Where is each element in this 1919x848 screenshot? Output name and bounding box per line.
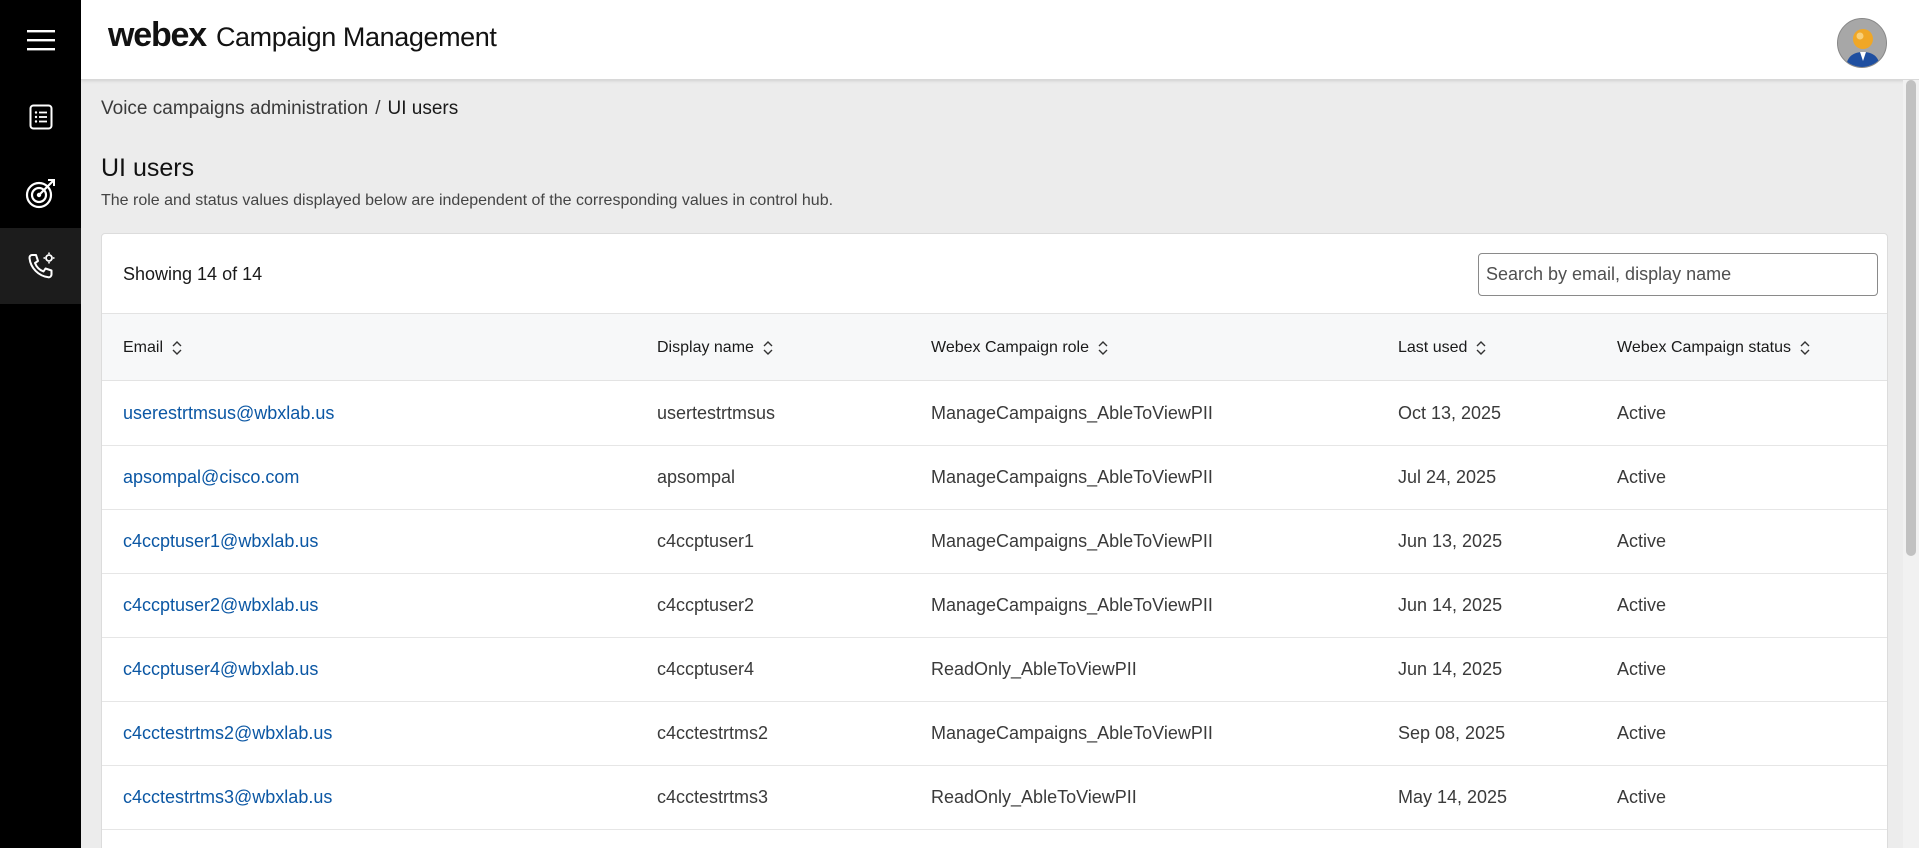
email-link[interactable]: c4ccptuser2@wbxlab.us (123, 574, 318, 637)
last-used-cell: May 14, 2025 (1398, 787, 1508, 807)
status-cell: Active (1617, 723, 1667, 743)
nav-voice-admin-button[interactable] (0, 228, 81, 304)
page-subtitle: The role and status values displayed bel… (101, 192, 834, 209)
sort-icon (1476, 341, 1486, 355)
role-cell: ManageCampaigns_AbleToViewPII (931, 595, 1213, 615)
role-cell: ManageCampaigns_AbleToViewPII (931, 467, 1213, 487)
column-label: Webex Campaign status (1617, 339, 1792, 356)
avatar-icon (1838, 19, 1886, 67)
table-row[interactable]: apsompal@cisco.com apsompal ManageCampai… (102, 446, 1887, 510)
table-row[interactable]: c4ccptuser1@wbxlab.us c4ccptuser1 Manage… (102, 510, 1887, 574)
target-icon (25, 179, 55, 209)
breadcrumb-current: UI users (387, 98, 459, 119)
table-row[interactable]: c4cctestrtms2@wbxlab.us c4cctestrtms2 Ma… (102, 702, 1887, 766)
last-used-cell: Jun 13, 2025 (1398, 531, 1503, 551)
column-label: Webex Campaign role (931, 339, 1090, 356)
page-title: UI users (101, 154, 195, 182)
email-link[interactable]: apsompal@cisco.com (123, 446, 299, 509)
display-name-cell: apsompal (657, 467, 736, 487)
email-link[interactable]: c4cctestrtms2@wbxlab.us (123, 702, 332, 765)
email-link[interactable]: c4ccptuser1@wbxlab.us (123, 510, 318, 573)
column-header-status[interactable]: Webex Campaign status (1617, 314, 1811, 382)
email-link[interactable]: c4cctestrtms3@wbxlab.us (123, 766, 332, 829)
display-name-cell: usertestrtmsus (657, 403, 776, 423)
sort-icon (172, 341, 182, 355)
left-nav-rail (0, 0, 81, 848)
email-link[interactable]: c4ccptuser4@wbxlab.us (123, 638, 318, 701)
role-cell: ReadOnly_AbleToViewPII (931, 787, 1137, 807)
last-used-cell: Sep 08, 2025 (1398, 723, 1506, 743)
scrollbar-thumb[interactable] (1906, 80, 1916, 556)
email-link[interactable]: userestrtmsus@wbxlab.us (123, 382, 334, 445)
breadcrumb-separator: / (375, 98, 381, 119)
list-document-icon (29, 104, 52, 130)
table-row[interactable]: c4ccptuser2@wbxlab.us c4ccptuser2 Manage… (102, 574, 1887, 638)
display-name-cell: c4ccptuser2 (657, 595, 755, 615)
role-cell: ManageCampaigns_AbleToViewPII (931, 403, 1213, 423)
status-cell: Active (1617, 595, 1667, 615)
users-table-panel: Showing 14 of 14 Email Display name Webe… (101, 233, 1888, 848)
breadcrumb: Voice campaigns administration / UI users (101, 98, 458, 120)
role-cell: ManageCampaigns_AbleToViewPII (931, 723, 1213, 743)
table-row[interactable]: c4ccptuser4@wbxlab.us c4ccptuser4 ReadOn… (102, 638, 1887, 702)
sort-icon (1098, 341, 1108, 355)
breadcrumb-parent-link[interactable]: Voice campaigns administration (101, 98, 368, 119)
sort-icon (1800, 341, 1810, 355)
column-label: Email (123, 339, 164, 356)
menu-button[interactable] (0, 2, 81, 78)
user-avatar[interactable] (1837, 18, 1887, 68)
table-row[interactable]: c4cctestrtms3@wbxlab.us c4cctestrtms3 Re… (102, 766, 1887, 830)
column-header-role[interactable]: Webex Campaign role (931, 314, 1109, 382)
status-cell: Active (1617, 659, 1667, 679)
display-name-cell: c4ccptuser1 (657, 531, 755, 551)
sort-icon (763, 341, 773, 355)
role-cell: ReadOnly_AbleToViewPII (931, 659, 1137, 679)
nav-campaigns-button[interactable] (0, 155, 81, 231)
status-cell: Active (1617, 467, 1667, 487)
column-label: Display name (657, 339, 754, 356)
page-scrollbar[interactable] (1903, 80, 1919, 848)
last-used-cell: Jun 14, 2025 (1398, 659, 1503, 679)
last-used-cell: Oct 13, 2025 (1398, 403, 1502, 423)
display-name-cell: c4cctestrtms2 (657, 723, 769, 743)
app-header: webex Campaign Management (81, 0, 1919, 80)
brand: webex Campaign Management (108, 16, 497, 55)
status-cell: Active (1617, 403, 1667, 423)
menu-icon (26, 30, 55, 51)
nav-lists-button[interactable] (0, 79, 81, 155)
column-header-email[interactable]: Email (123, 314, 183, 382)
last-used-cell: Jul 24, 2025 (1398, 467, 1497, 487)
column-header-last-used[interactable]: Last used (1398, 314, 1487, 382)
display-name-cell: c4ccptuser4 (657, 659, 755, 679)
last-used-cell: Jun 14, 2025 (1398, 595, 1503, 615)
app-title: Campaign Management (215, 22, 497, 52)
status-cell: Active (1617, 531, 1667, 551)
display-name-cell: c4cctestrtms3 (657, 787, 769, 807)
column-header-display-name[interactable]: Display name (657, 314, 774, 382)
table-header: Email Display name Webex Campaign role L… (102, 313, 1887, 381)
column-label: Last used (1398, 339, 1468, 356)
table-row[interactable]: userestrtmsus@wbxlab.us usertestrtmsus M… (102, 382, 1887, 446)
phone-settings-icon (27, 252, 54, 279)
results-count: Showing 14 of 14 (123, 264, 263, 284)
role-cell: ManageCampaigns_AbleToViewPII (931, 531, 1213, 551)
search-input[interactable] (1478, 253, 1878, 296)
status-cell: Active (1617, 787, 1667, 807)
webex-logo: webex (108, 16, 207, 54)
